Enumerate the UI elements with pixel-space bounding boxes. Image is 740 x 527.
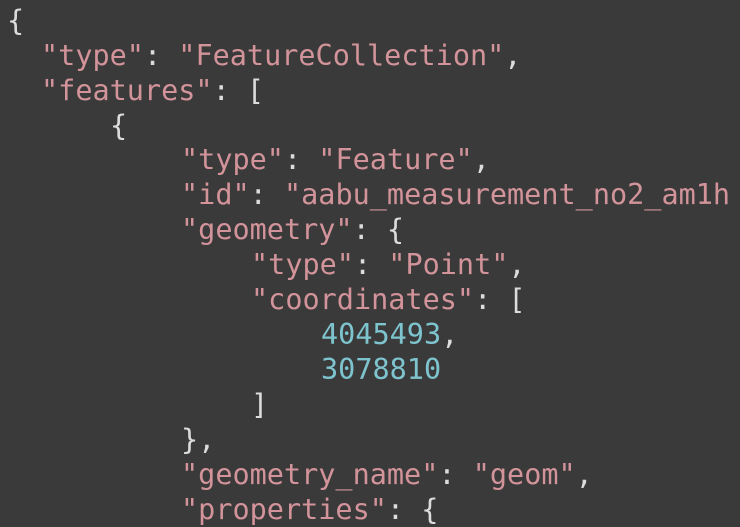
json-key: "id" xyxy=(181,178,250,211)
code-line: 3078810 xyxy=(0,352,740,387)
comma: , xyxy=(441,318,459,351)
code-line: "type": "Point", xyxy=(0,247,740,282)
code-line: "features": [ xyxy=(0,73,740,108)
code-line: "properties": { xyxy=(0,492,740,527)
code-line: "geometry": { xyxy=(0,212,740,247)
json-string-value: "aabu_measurement_no2_am1h xyxy=(283,178,731,211)
colon: : xyxy=(386,493,422,526)
colon: : xyxy=(212,74,247,107)
code-line: "id": "aabu_measurement_no2_am1h xyxy=(0,177,740,212)
code-line: { xyxy=(0,3,740,38)
colon: : xyxy=(352,213,387,246)
comma: , xyxy=(472,143,490,176)
comma: , xyxy=(504,39,522,72)
code-line: 4045493, xyxy=(0,317,740,352)
open-brace: { xyxy=(110,109,128,142)
colon: : xyxy=(249,178,284,211)
code-line: ] xyxy=(0,387,740,422)
open-brace: { xyxy=(7,4,25,37)
comma: , xyxy=(198,423,216,456)
code-line: "type": "Feature", xyxy=(0,142,740,177)
colon: : xyxy=(283,143,319,176)
code-line: "coordinates": [ xyxy=(0,282,740,317)
colon: : xyxy=(143,39,179,72)
code-line: { xyxy=(0,108,740,143)
json-key: "properties" xyxy=(181,493,387,526)
open-brace: { xyxy=(421,493,439,526)
close-bracket: ] xyxy=(251,388,269,421)
open-bracket: [ xyxy=(508,283,526,316)
code-line: }, xyxy=(0,422,740,457)
code-line: "geometry_name": "geom", xyxy=(0,457,740,492)
open-brace: { xyxy=(386,213,405,246)
json-key: "type" xyxy=(181,143,284,176)
colon: : xyxy=(474,283,509,316)
json-string-value: "Point" xyxy=(388,248,509,281)
colon: : xyxy=(438,458,473,491)
json-key: "type" xyxy=(251,248,354,281)
json-string-value: "Feature" xyxy=(318,143,473,176)
colon: : xyxy=(353,248,389,281)
open-bracket: [ xyxy=(246,74,265,107)
json-key: "geometry_name" xyxy=(181,458,439,491)
json-number-value: 3078810 xyxy=(321,353,442,386)
close-brace: } xyxy=(181,423,199,456)
code-line: "type": "FeatureCollection", xyxy=(0,38,740,73)
json-string-value: "FeatureCollection" xyxy=(178,39,505,72)
json-key: "type" xyxy=(41,39,144,72)
json-key: "coordinates" xyxy=(251,283,475,316)
comma: , xyxy=(575,458,593,491)
json-key: "features" xyxy=(41,74,213,107)
json-number-value: 4045493 xyxy=(321,318,442,351)
json-string-value: "geom" xyxy=(472,458,576,491)
comma: , xyxy=(508,248,526,281)
json-key: "geometry" xyxy=(181,213,353,246)
json-code-view[interactable]: { "type": "FeatureCollection", "features… xyxy=(0,0,740,527)
